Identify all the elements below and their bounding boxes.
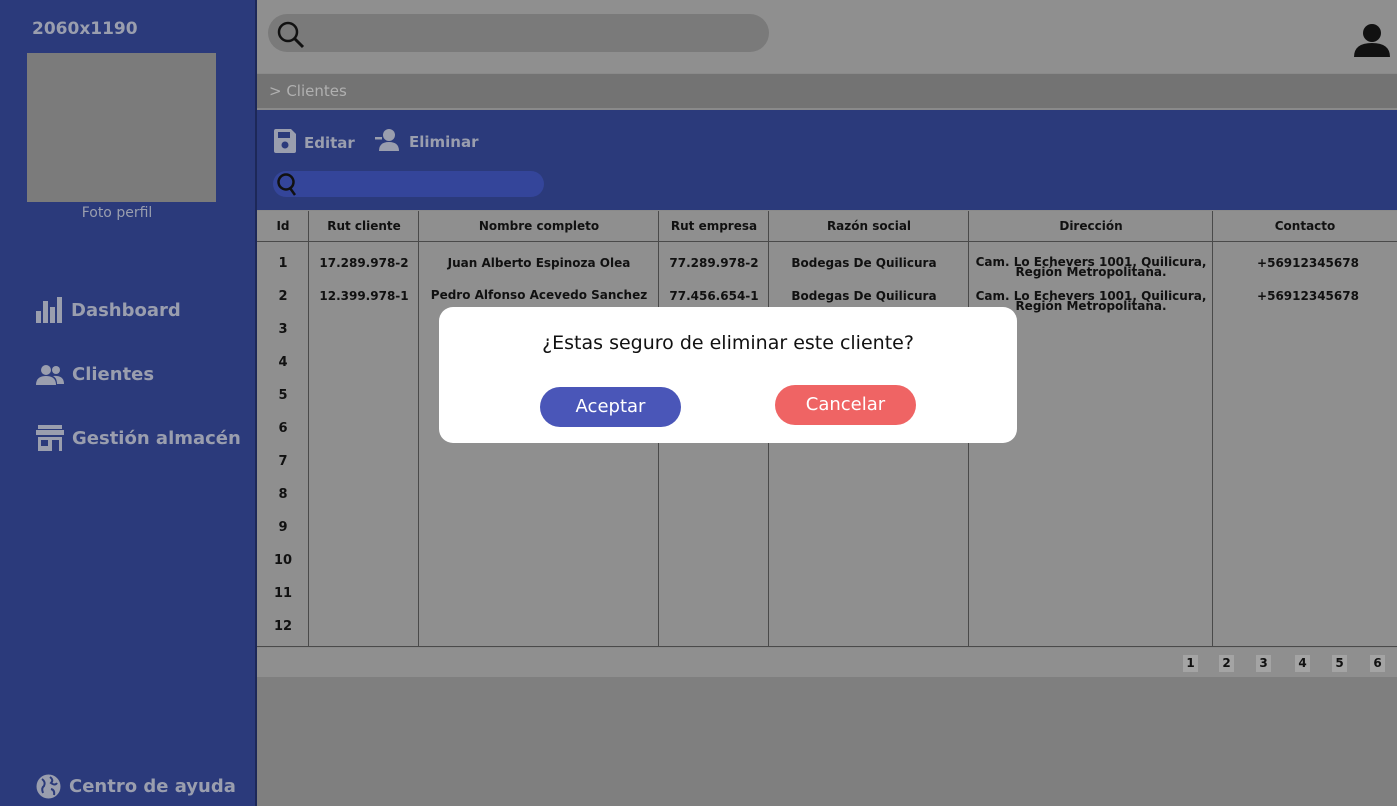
page-button[interactable]: 5 (1332, 655, 1347, 672)
bar-chart-icon (36, 297, 63, 323)
delete-label: Eliminar (409, 133, 479, 151)
save-icon (274, 129, 296, 157)
sidebar-item-label: Dashboard (71, 299, 181, 321)
cell-rut-cliente: 17.289.978-2 (319, 256, 409, 270)
sidebar-item-almacen[interactable]: Gestión almacén (36, 425, 241, 451)
global-search-input[interactable] (268, 14, 769, 52)
edit-label: Editar (304, 134, 355, 152)
column-header-rut-cliente[interactable]: Rut cliente (309, 219, 419, 233)
accept-button[interactable]: Aceptar (540, 387, 681, 427)
row-id: 1 (278, 256, 288, 271)
profile-photo-label: Foto perfil (81, 205, 153, 221)
help-center-link[interactable]: Centro de ayuda (36, 774, 236, 799)
image-dimensions: 2060x1190 (32, 19, 138, 39)
column-header-direccion[interactable]: Dirección (969, 219, 1213, 233)
row-id: 4 (278, 355, 288, 370)
row-id: 2 (278, 289, 288, 304)
breadcrumb[interactable]: > Clientes (257, 74, 1397, 108)
sidebar-item-dashboard[interactable]: Dashboard (36, 297, 181, 323)
delete-button[interactable]: Eliminar (375, 129, 479, 155)
profile-photo[interactable] (27, 53, 216, 202)
cell-razon-social: Bodegas De Quilicura (791, 256, 937, 270)
table-header-divider (257, 241, 1397, 242)
column-divider (418, 211, 419, 647)
row-id: 6 (278, 421, 288, 436)
row-id: 7 (278, 454, 288, 469)
empty-area (257, 677, 1397, 806)
page-button[interactable]: 2 (1219, 655, 1234, 672)
row-id: 12 (273, 619, 293, 634)
sidebar-item-label: Gestión almacén (72, 427, 241, 449)
column-divider (308, 211, 309, 647)
page-button[interactable]: 4 (1295, 655, 1310, 672)
store-icon (36, 425, 64, 451)
search-icon (277, 21, 305, 53)
cell-rut-empresa: 77.289.978-2 (669, 256, 759, 270)
cell-contacto: +56912345678 (1257, 256, 1359, 270)
cell-rut-cliente: 12.399.978-1 (319, 289, 409, 303)
column-header-contacto[interactable]: Contacto (1213, 219, 1397, 233)
row-id: 10 (273, 553, 293, 568)
cell-rut-empresa: 77.456.654-1 (669, 289, 759, 303)
dialog-message: ¿Estas seguro de eliminar este cliente? (542, 332, 914, 354)
confirm-delete-dialog: ¿Estas seguro de eliminar este cliente? (439, 307, 1017, 443)
column-header-razon-social[interactable]: Razón social (769, 219, 969, 233)
page-button[interactable]: 1 (1183, 655, 1198, 672)
cancel-button[interactable]: Cancelar (775, 385, 916, 425)
cell-razon-social: Bodegas De Quilicura (791, 289, 937, 303)
row-id: 9 (278, 520, 288, 535)
cell-contacto: +56912345678 (1257, 289, 1359, 303)
cell-direccion-line2: Región Metropolitana. (1015, 265, 1167, 279)
page-button[interactable]: 6 (1370, 655, 1385, 672)
row-id: 5 (278, 388, 288, 403)
row-id: 3 (278, 322, 288, 337)
column-header-rut-empresa[interactable]: Rut empresa (659, 219, 769, 233)
cell-nombre: Juan Alberto Espinoza Olea (447, 256, 631, 270)
sidebar: 2060x1190 Foto perfil Dashboard Clientes… (0, 0, 257, 806)
search-icon (276, 172, 300, 200)
user-icon[interactable] (1354, 24, 1390, 62)
edit-button[interactable]: Editar (274, 129, 355, 157)
cell-nombre: Pedro Alfonso Acevedo Sanchez (430, 288, 648, 302)
column-header-nombre[interactable]: Nombre completo (419, 219, 659, 233)
sidebar-item-clientes[interactable]: Clientes (36, 364, 154, 385)
client-search-input[interactable] (273, 171, 544, 197)
help-center-label: Centro de ayuda (69, 776, 236, 797)
column-header-id[interactable]: Id (262, 219, 304, 233)
users-icon (36, 364, 64, 385)
user-minus-icon (375, 129, 401, 155)
table-bottom-divider (257, 646, 1397, 647)
sidebar-item-label: Clientes (72, 364, 155, 385)
row-id: 11 (273, 586, 293, 601)
globe-icon (36, 774, 61, 799)
page-button[interactable]: 3 (1256, 655, 1271, 672)
row-id: 8 (278, 487, 288, 502)
